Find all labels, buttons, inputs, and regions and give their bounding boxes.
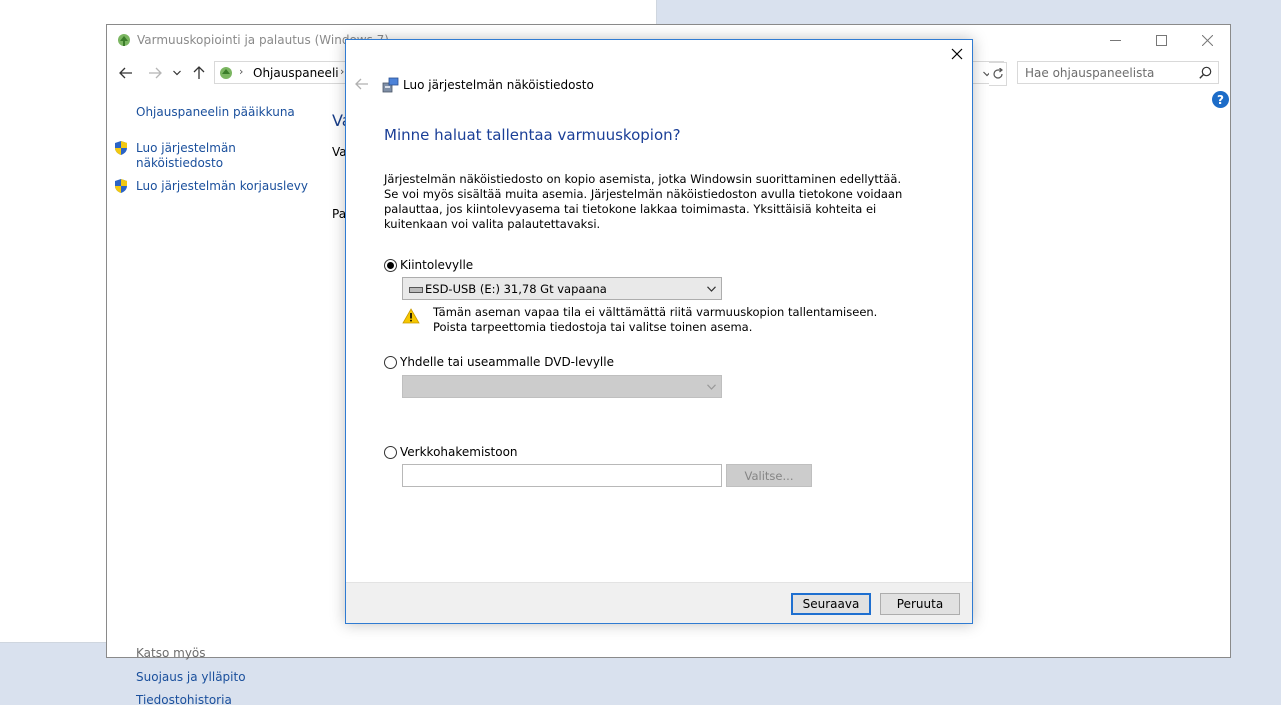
uac-shield-icon (113, 140, 129, 156)
uac-shield-icon (113, 178, 129, 194)
back-arrow-icon[interactable] (116, 63, 136, 83)
browse-button: Valitse... (726, 464, 812, 487)
chevron-down-icon (705, 380, 717, 394)
warning-icon (402, 308, 420, 324)
sidebar-link-create-system-image[interactable]: Luo järjestelmän näköistiedosto (136, 141, 256, 171)
main-text-fragment: Pa (332, 207, 345, 221)
drive-select[interactable]: ESD-USB (E:) 31,78 Gt vapaana (402, 277, 722, 300)
dialog-description: Järjestelmän näköistiedosto on kopio ase… (384, 172, 903, 231)
radio-network-label[interactable]: Verkkohakemistoon (400, 445, 518, 459)
dialog-heading: Minne haluat tallentaa varmuuskopion? (384, 126, 681, 144)
sidebar-link-security-maintenance[interactable]: Suojaus ja ylläpito (136, 670, 246, 685)
chevron-down-icon (705, 282, 717, 296)
maximize-button[interactable] (1138, 25, 1184, 55)
breadcrumb-separator: › (239, 65, 244, 78)
wizard-title: Luo järjestelmän näköistiedosto (403, 78, 594, 92)
wizard-back-arrow-icon[interactable] (354, 76, 370, 92)
help-icon[interactable]: ? (1212, 91, 1229, 108)
next-button[interactable]: Seuraava (791, 593, 871, 615)
see-also-heading: Katso myös (136, 646, 206, 660)
backup-restore-icon (116, 32, 132, 48)
breadcrumb-separator[interactable]: › (340, 65, 344, 78)
sidebar-link-create-repair-disc[interactable]: Luo järjestelmän korjauslevy (136, 179, 308, 194)
cancel-button[interactable]: Peruuta (880, 593, 960, 615)
minimize-button[interactable] (1092, 25, 1138, 55)
system-image-wizard-dialog: Luo järjestelmän näköistiedosto Minne ha… (345, 39, 973, 624)
system-image-icon (382, 77, 399, 93)
dvd-select (402, 375, 722, 398)
recent-locations-chevron-icon[interactable] (171, 63, 183, 83)
radio-dvd[interactable] (384, 356, 397, 369)
radio-hard-disk-label[interactable]: Kiintolevylle (400, 258, 473, 272)
free-space-warning: Tämän aseman vapaa tila ei välttämättä r… (433, 305, 878, 334)
search-box[interactable] (1017, 61, 1219, 84)
radio-network[interactable] (384, 446, 397, 459)
control-panel-icon (218, 65, 234, 81)
network-path-input (402, 464, 722, 487)
forward-arrow-icon[interactable] (145, 63, 165, 83)
refresh-icon[interactable] (989, 62, 1007, 86)
search-input[interactable] (1018, 62, 1194, 83)
dialog-close-button[interactable] (946, 43, 968, 65)
main-heading-fragment: Va (332, 111, 345, 130)
sidebar-link-file-history[interactable]: Tiedostohistoria (136, 693, 232, 705)
breadcrumb-control-panel[interactable]: Ohjauspaneeli (253, 66, 339, 80)
up-arrow-icon[interactable] (189, 63, 209, 83)
sidebar-link-control-panel-home[interactable]: Ohjauspaneelin pääikkuna (136, 105, 295, 120)
drive-icon (409, 287, 423, 293)
main-text-fragment: Va (332, 145, 345, 159)
radio-hard-disk[interactable] (384, 259, 397, 272)
radio-dvd-label[interactable]: Yhdelle tai useammalle DVD-levylle (400, 355, 614, 369)
search-icon[interactable] (1199, 66, 1212, 79)
close-button[interactable] (1184, 25, 1230, 55)
drive-select-value: ESD-USB (E:) 31,78 Gt vapaana (425, 282, 607, 296)
dialog-footer: Seuraava Peruuta (346, 582, 972, 623)
